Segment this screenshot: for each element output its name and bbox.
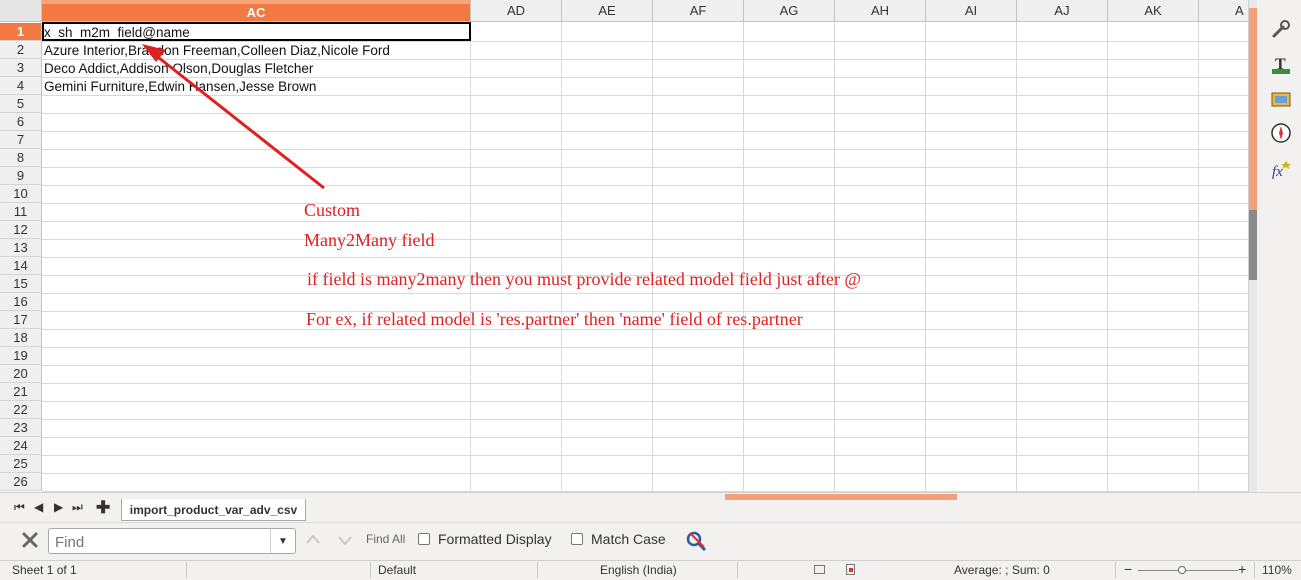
annotation-title: Custom	[304, 200, 361, 220]
status-separator	[1115, 562, 1116, 578]
find-next-icon[interactable]	[336, 531, 354, 552]
navigator-icon[interactable]	[1268, 120, 1294, 146]
spreadsheet-grid[interactable]: AC AD AE AF AG AH AI AJ AK A 1 2 3 4 5 6…	[0, 0, 1248, 492]
zoom-in-icon[interactable]: +	[1238, 561, 1246, 577]
horizontal-scroll-thumb[interactable]	[725, 494, 957, 500]
formatted-display-label[interactable]: Formatted Display	[438, 531, 552, 547]
zoom-out-icon[interactable]: −	[1124, 561, 1132, 577]
next-sheet-icon[interactable]: ▶	[54, 500, 63, 514]
status-separator	[537, 562, 538, 578]
formatted-display-checkbox[interactable]	[418, 533, 430, 545]
vertical-scroll-handle[interactable]	[1249, 210, 1257, 280]
zoom-level[interactable]: 110%	[1262, 563, 1292, 577]
status-separator	[370, 562, 371, 578]
close-find-icon[interactable]	[20, 530, 40, 550]
chevron-down-icon[interactable]: ▼	[270, 529, 295, 553]
status-separator	[737, 562, 738, 578]
functions-icon[interactable]: fx	[1268, 156, 1294, 182]
gallery-icon[interactable]	[1268, 86, 1294, 112]
page-style[interactable]: Default	[378, 563, 416, 577]
first-sheet-icon[interactable]: ⏮	[14, 500, 25, 515]
text-language[interactable]: English (India)	[600, 563, 677, 577]
annotation-rule: if field is many2many then you must prov…	[307, 269, 861, 289]
add-sheet-icon[interactable]: ✚	[96, 498, 110, 518]
svg-text:T: T	[1275, 56, 1286, 73]
zoom-slider[interactable]	[1138, 570, 1238, 571]
vertical-scroll-thumb[interactable]	[1249, 8, 1257, 240]
selection-mode-icon[interactable]	[814, 565, 825, 574]
match-case-checkbox[interactable]	[571, 533, 583, 545]
zoom-slider-handle[interactable]	[1178, 566, 1186, 574]
document-modified-icon[interactable]	[846, 564, 855, 575]
prev-sheet-icon[interactable]: ◀	[34, 500, 43, 514]
svg-text:fx: fx	[1272, 164, 1283, 180]
find-combobox[interactable]: ▼	[48, 528, 296, 554]
find-input[interactable]	[53, 531, 271, 553]
find-previous-icon[interactable]	[304, 531, 322, 552]
match-case-label[interactable]: Match Case	[591, 531, 666, 547]
selection-summary[interactable]: Average: ; Sum: 0	[954, 563, 1050, 577]
sheet-tab[interactable]: import_product_var_adv_csv	[121, 499, 306, 521]
sheet-position[interactable]: Sheet 1 of 1	[12, 563, 77, 577]
annotation-example: For ex, if related model is 'res.partner…	[306, 309, 803, 329]
find-replace-icon[interactable]	[684, 529, 708, 556]
last-sheet-icon[interactable]: ⏭	[72, 500, 83, 515]
styles-icon[interactable]: T	[1268, 52, 1294, 78]
annotation-subtitle: Many2Many field	[304, 230, 435, 250]
wrench-icon[interactable]	[1268, 16, 1294, 42]
status-separator	[186, 562, 187, 578]
status-separator	[1254, 562, 1255, 578]
annotation-arrow	[142, 44, 325, 190]
find-all-button[interactable]: Find All	[366, 532, 405, 546]
